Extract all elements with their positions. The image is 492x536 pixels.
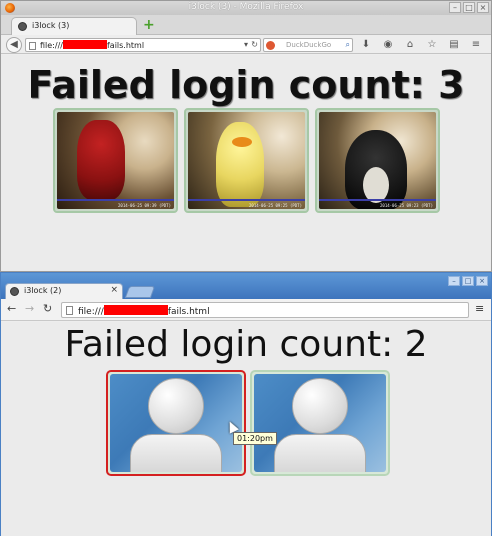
- firefox-url-text: file:///fails.html: [40, 40, 145, 50]
- minimize-icon[interactable]: –: [448, 276, 460, 286]
- photo-timestamp: 2014-06-25 09:25 (PDT): [249, 203, 302, 208]
- firefox-titlebar: i3lock (3) - Mozilla Firefox – □ ×: [1, 1, 491, 15]
- redaction-bar: [62, 40, 107, 49]
- avatar-background: [110, 374, 242, 472]
- photo-timestamp: 2014-06-25 09:39 (PDT): [118, 203, 171, 208]
- firefox-window: i3lock (3) - Mozilla Firefox – □ × i3loc…: [0, 0, 492, 272]
- tab-favicon-icon: [18, 22, 27, 31]
- red-toy-shape: [77, 120, 125, 200]
- forward-arrow-icon[interactable]: →: [25, 302, 34, 315]
- chromium-tab-label: i3lock (2): [24, 286, 62, 295]
- close-icon[interactable]: ×: [477, 2, 489, 13]
- photo-strip: [188, 199, 305, 201]
- firefox-photo-row: 2014-06-25 09:39 (PDT) 2014-06-25 09:25 …: [53, 108, 440, 213]
- firefox-tab-label: i3lock (3): [32, 21, 70, 30]
- penguin-belly-shape: [363, 167, 389, 203]
- chromium-titlebar: i3lock (2) × – □ ×: [1, 273, 491, 299]
- hamburger-menu-icon[interactable]: ≡: [475, 302, 484, 315]
- photo-strip: [319, 199, 436, 201]
- chromium-window: i3lock (2) × – □ × ← → ↻ file:///fails.h…: [0, 272, 492, 536]
- chromium-url-text: file:///fails.html: [78, 305, 210, 317]
- firefox-search-box[interactable]: DuckDuckGo ⌕: [263, 38, 353, 52]
- avatar-body-icon: [130, 434, 222, 472]
- maximize-icon[interactable]: □: [462, 276, 474, 286]
- photo-strip: [57, 199, 174, 201]
- firefox-page-content: Failed login count: 3 2014-06-25 09:39 (…: [1, 55, 491, 271]
- chromium-page-content: Failed login count: 2 01:20pm: [1, 322, 491, 536]
- chromium-tab[interactable]: i3lock (2) ×: [5, 283, 123, 299]
- chevron-down-icon[interactable]: ▾: [244, 40, 248, 49]
- avatar-background: [254, 374, 386, 472]
- chromium-window-controls: – □ ×: [448, 276, 488, 286]
- firefox-page-heading: Failed login count: 3: [27, 63, 465, 107]
- beak-shape: [232, 137, 252, 147]
- search-placeholder: DuckDuckGo: [286, 41, 332, 49]
- chromium-navbar: ← → ↻ file:///fails.html ≡: [1, 299, 491, 321]
- firefox-tabbar: i3lock (3) +: [1, 15, 491, 35]
- search-engine-icon[interactable]: [266, 41, 275, 50]
- tab-favicon-icon: [10, 287, 19, 296]
- new-tab-button[interactable]: [124, 286, 156, 298]
- file-page-icon: [66, 306, 73, 315]
- hamburger-menu-icon[interactable]: ≡: [469, 38, 483, 52]
- webcam-photo-2: 2014-06-25 09:25 (PDT): [184, 108, 309, 213]
- file-page-icon: [29, 42, 36, 50]
- bookmarks-menu-icon[interactable]: ▤: [447, 38, 461, 52]
- firefox-toolbar-icons: ⬇ ◉ ⌂ ☆ ▤ ≡: [359, 38, 483, 52]
- yellow-toy-shape: [216, 122, 264, 207]
- avatar-card[interactable]: [250, 370, 390, 476]
- webcam-photo-1: 2014-06-25 09:39 (PDT): [53, 108, 178, 213]
- avatar-head-icon: [292, 378, 348, 434]
- photo-image: 2014-06-25 09:39 (PDT): [57, 112, 174, 209]
- chromium-avatar-row: [106, 370, 390, 476]
- search-icon[interactable]: ⌕: [346, 40, 350, 50]
- webcam-photo-3: 2014-06-25 09:23 (PDT): [315, 108, 440, 213]
- firefox-tab[interactable]: i3lock (3): [11, 17, 137, 35]
- download-icon[interactable]: ⬇: [359, 38, 373, 52]
- back-arrow-icon[interactable]: ←: [7, 302, 16, 315]
- photo-image: 2014-06-25 09:23 (PDT): [319, 112, 436, 209]
- chromium-url-bar[interactable]: file:///fails.html: [61, 302, 469, 318]
- chromium-page-heading: Failed login count: 2: [64, 324, 428, 365]
- new-tab-icon[interactable]: +: [143, 18, 155, 32]
- firefox-url-bar[interactable]: file:///fails.html ▾ ↻: [25, 38, 261, 52]
- avatar-body-icon: [274, 434, 366, 472]
- reload-icon[interactable]: ↻: [43, 302, 52, 315]
- time-tooltip: 01:20pm: [233, 432, 277, 445]
- firefox-navbar: ◀ file:///fails.html ▾ ↻ DuckDuckGo ⌕ ⬇ …: [1, 36, 491, 54]
- avatar-head-icon: [148, 378, 204, 434]
- minimize-icon[interactable]: –: [449, 2, 461, 13]
- photo-image: 2014-06-25 09:25 (PDT): [188, 112, 305, 209]
- addon-icon[interactable]: ◉: [381, 38, 395, 52]
- redaction-bar: [103, 305, 168, 315]
- photo-timestamp: 2014-06-25 09:23 (PDT): [380, 203, 433, 208]
- bookmark-star-icon[interactable]: ☆: [425, 38, 439, 52]
- tab-close-icon[interactable]: ×: [110, 285, 118, 295]
- back-arrow-icon[interactable]: ◀: [6, 37, 22, 53]
- firefox-window-controls: – □ ×: [449, 2, 489, 13]
- reload-icon[interactable]: ↻: [251, 40, 258, 49]
- home-icon[interactable]: ⌂: [403, 38, 417, 52]
- close-icon[interactable]: ×: [476, 276, 488, 286]
- firefox-window-title: i3lock (3) - Mozilla Firefox: [188, 2, 304, 12]
- maximize-icon[interactable]: □: [463, 2, 475, 13]
